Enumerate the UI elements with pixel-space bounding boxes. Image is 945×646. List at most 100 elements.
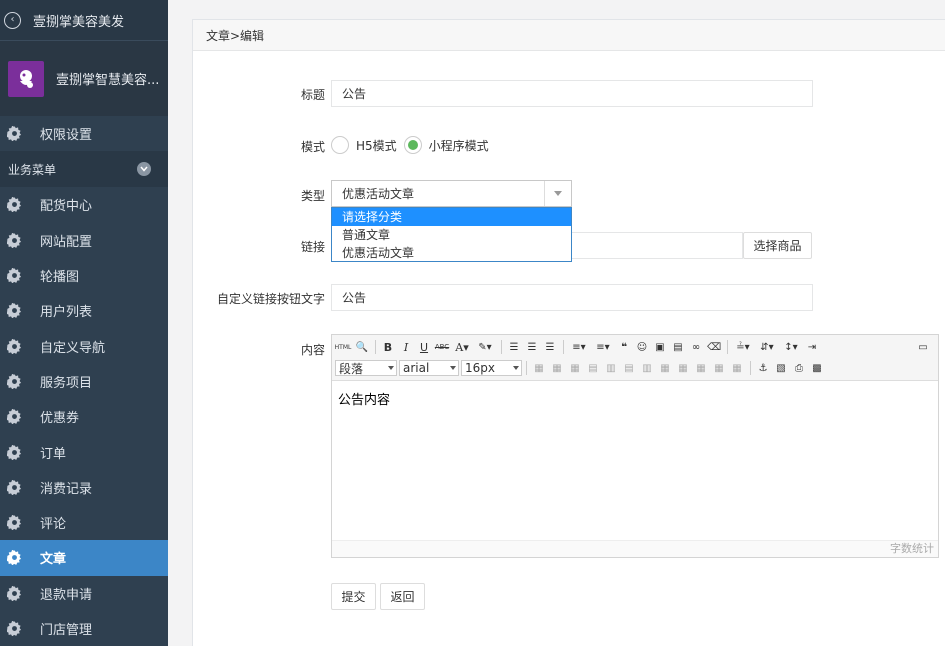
table-icon[interactable]: ▦ (532, 361, 546, 375)
ordered-list-icon[interactable]: ≡▾ (569, 340, 589, 354)
table-insert-icon[interactable]: ▦ (550, 361, 564, 375)
radio-h5-label: H5模式 (356, 138, 397, 153)
custom-button-input[interactable]: 公告 (331, 284, 813, 311)
sidebar-item[interactable]: 消费记录 (0, 470, 168, 505)
back-icon[interactable]: ‹ (4, 11, 21, 29)
sidebar-item-label: 权限设置 (40, 128, 93, 144)
type-option[interactable]: 优惠活动文章 (332, 244, 571, 262)
image-icon[interactable]: ▣ (653, 340, 667, 354)
profile-name: 壹捌掌智慧美容... (56, 73, 160, 88)
gear-icon (6, 303, 22, 319)
sidebar-item[interactable]: 订单 (0, 434, 168, 469)
strikethrough-icon[interactable]: ABC (435, 340, 449, 354)
delete-col-icon[interactable]: ▥ (640, 361, 654, 375)
line-height-icon[interactable]: ≟▾ (733, 340, 753, 354)
html-source-icon[interactable]: HTML (335, 340, 352, 354)
underline-icon[interactable]: U (417, 340, 431, 354)
chevron-down-icon[interactable] (137, 162, 151, 177)
page-break-icon[interactable]: ▧ (774, 361, 788, 375)
emoji-icon[interactable]: ☺ (635, 340, 649, 354)
mode-label: 模式 (300, 140, 325, 154)
radio-checked-dot (407, 140, 418, 150)
paragraph-spacing-icon[interactable]: ⇵▾ (757, 340, 777, 354)
main-panel: 文章>编辑 标题 公告 模式 H5模式 小程序模式 类型 优惠活动文章 链接 选… (192, 19, 945, 646)
radio-mini[interactable] (403, 136, 422, 154)
unordered-list-icon[interactable]: ≡▾ (593, 340, 613, 354)
sidebar-item-label: 配货中心 (40, 199, 93, 215)
sidebar-item[interactable]: 门店管理 (0, 611, 168, 646)
sidebar: ‹ 壹捌掌美容美发 壹捌掌智慧美容... 权限设置 业务菜单 配货中心网站配置轮… (0, 0, 168, 646)
sidebar-item[interactable]: 退款申请 (0, 576, 168, 611)
align-center-icon[interactable]: ☰ (525, 340, 539, 354)
font-family-select[interactable]: arial (399, 360, 459, 376)
row-spacing-icon[interactable]: ↕▾ (781, 340, 801, 354)
gear-icon (6, 338, 22, 354)
sidebar-section-business[interactable]: 业务菜单 (0, 151, 168, 188)
select-goods-button[interactable]: 选择商品 (743, 232, 812, 259)
font-size-select[interactable]: 16px (461, 360, 522, 376)
eraser-icon[interactable]: ⌫ (707, 340, 721, 354)
quote-icon[interactable]: ❝ (617, 340, 631, 354)
sidebar-item-label: 消费记录 (40, 481, 93, 497)
merge-right-icon[interactable]: ▦ (676, 361, 690, 375)
insert-col-icon[interactable]: ▥ (604, 361, 618, 375)
gear-icon (6, 268, 22, 284)
sidebar-item-label: 轮播图 (40, 270, 80, 286)
anchor-icon[interactable]: ⚓ (756, 361, 770, 375)
submit-button[interactable]: 提交 (331, 583, 376, 610)
sidebar-item[interactable]: 优惠券 (0, 399, 168, 434)
align-left-icon[interactable]: ☰ (507, 340, 521, 354)
video-icon[interactable]: ▤ (671, 340, 685, 354)
align-right-icon[interactable]: ☰ (543, 340, 557, 354)
gear-icon (6, 126, 22, 142)
type-option[interactable]: 请选择分类 (332, 208, 571, 226)
highlight-icon[interactable]: ✎▾ (475, 340, 495, 354)
split-cells-icon[interactable]: ▦ (712, 361, 726, 375)
delete-row-icon[interactable]: ▤ (622, 361, 636, 375)
split-rows-icon[interactable]: ▦ (730, 361, 744, 375)
type-option[interactable]: 普通文章 (332, 226, 571, 244)
insert-row-icon[interactable]: ▤ (586, 361, 600, 375)
italic-icon[interactable]: I (399, 340, 413, 354)
link-icon[interactable]: ∞ (689, 340, 703, 354)
gear-icon (6, 550, 22, 566)
font-color-icon[interactable]: A▾ (453, 340, 471, 354)
table-delete-icon[interactable]: ▦ (568, 361, 582, 375)
type-select[interactable]: 优惠活动文章 (331, 180, 572, 207)
sidebar-header: ‹ 壹捌掌美容美发 (0, 0, 168, 41)
paragraph-select[interactable]: 段落 (335, 360, 397, 376)
sidebar-item-permission[interactable]: 权限设置 (0, 116, 168, 151)
merge-down-icon[interactable]: ▦ (694, 361, 708, 375)
sidebar-item[interactable]: 评论 (0, 505, 168, 540)
sidebar-item-label: 退款申请 (40, 587, 93, 603)
gear-icon (6, 515, 22, 531)
content-label: 内容 (300, 343, 325, 357)
section-label: 业务菜单 (8, 162, 57, 177)
indent-icon[interactable]: ⇥ (805, 340, 819, 354)
link-label: 链接 (300, 240, 325, 254)
search-icon[interactable]: 🔍 (355, 340, 369, 354)
sidebar-item[interactable]: 配货中心 (0, 187, 168, 222)
type-dropdown-list: 请选择分类 普通文章 优惠活动文章 (331, 207, 572, 262)
sidebar-item[interactable]: 轮播图 (0, 258, 168, 293)
breadcrumb: 文章>编辑 (193, 20, 945, 51)
editor-content[interactable]: 公告内容 (338, 389, 390, 408)
merge-cells-icon[interactable]: ▦ (658, 361, 672, 375)
sidebar-item[interactable]: 文章 (0, 540, 168, 576)
fullscreen-icon[interactable]: ▭ (916, 340, 930, 354)
preview-icon[interactable]: ▩ (810, 361, 824, 375)
gear-icon (6, 621, 22, 637)
toolbar-row-1: HTML 🔍 B I U ABC A▾ ✎▾ ☰ ☰ ☰ ≡▾ ≡▾ ❝ ☺ ▣… (335, 338, 823, 356)
dropdown-arrow-icon[interactable] (544, 181, 571, 206)
sidebar-item[interactable]: 网站配置 (0, 223, 168, 258)
title-input[interactable]: 公告 (331, 80, 813, 107)
print-icon[interactable]: ⎙ (792, 361, 806, 375)
gear-icon (6, 373, 22, 389)
bold-icon[interactable]: B (381, 340, 395, 354)
sidebar-item[interactable]: 用户列表 (0, 293, 168, 328)
radio-h5[interactable] (331, 136, 349, 154)
gear-icon (6, 197, 22, 213)
sidebar-item[interactable]: 服务项目 (0, 364, 168, 399)
sidebar-item[interactable]: 自定义导航 (0, 328, 168, 363)
back-button[interactable]: 返回 (380, 583, 425, 610)
